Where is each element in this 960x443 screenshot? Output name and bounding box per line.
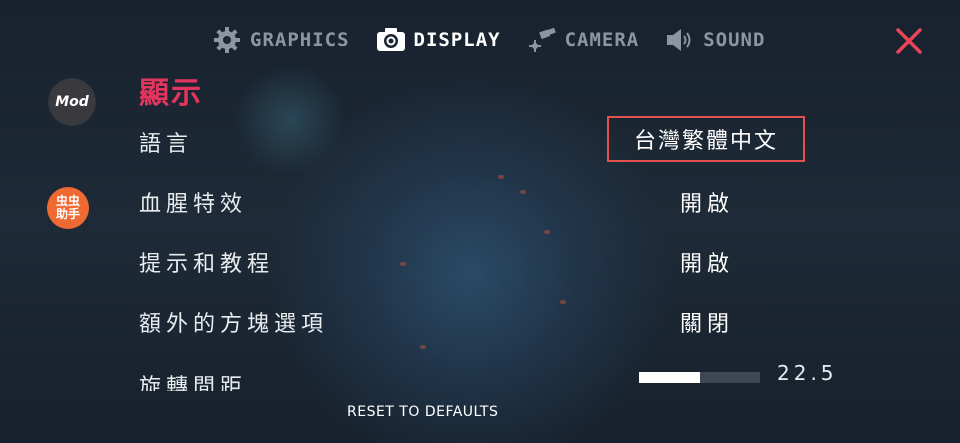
close-button[interactable] [893, 25, 925, 57]
rotation-step-slider[interactable] [639, 372, 760, 383]
setting-label: 額外的方塊選項 [139, 312, 329, 337]
gear-icon [212, 25, 242, 55]
close-icon [896, 28, 922, 54]
tab-display[interactable]: DISPLAY [376, 25, 501, 55]
tab-camera[interactable]: CAMERA [527, 25, 640, 55]
tab-label: CAMERA [564, 29, 640, 51]
mod-badge[interactable]: Mod [49, 79, 95, 125]
slider-fill [639, 372, 700, 383]
setting-label: 語言 [139, 132, 194, 157]
setting-row-tips: 提示和教程 開啟 [139, 240, 859, 280]
helper-badge-label: 助手 [55, 207, 80, 221]
tab-label: SOUND [703, 29, 766, 51]
background-detail [420, 345, 426, 349]
speaker-icon [665, 25, 695, 55]
camera-icon [376, 25, 406, 55]
setting-row-language: 語言 台灣繁體中文 [139, 116, 859, 162]
setting-row-rotation-step: 旋轉間距 22.5 [139, 363, 859, 391]
background-detail [544, 230, 550, 234]
tips-toggle[interactable]: 開啟 [680, 246, 734, 278]
tab-label: GRAPHICS [250, 29, 350, 51]
language-selector[interactable]: 台灣繁體中文 [607, 116, 805, 162]
gore-toggle[interactable]: 開啟 [680, 186, 734, 218]
setting-row-extra-blocks: 額外的方塊選項 關閉 [139, 300, 859, 340]
setting-row-gore: 血腥特效 開啟 [139, 180, 859, 220]
background-detail [498, 175, 504, 179]
reset-to-defaults-button[interactable]: RESET TO DEFAULTS [347, 404, 498, 420]
tab-graphics[interactable]: GRAPHICS [212, 25, 350, 55]
tab-label: DISPLAY [413, 29, 501, 51]
extra-blocks-toggle[interactable]: 關閉 [680, 306, 734, 338]
setting-label: 提示和教程 [139, 252, 275, 277]
setting-label: 旋轉間距 [139, 375, 248, 391]
setting-label: 血腥特效 [139, 192, 248, 217]
section-title: 顯示 [139, 76, 203, 111]
tab-sound[interactable]: SOUND [665, 25, 765, 55]
settings-tabs: GRAPHICS DISPLAY CAMERA SOUND [212, 24, 791, 56]
helper-badge[interactable]: 虫虫 助手 [47, 187, 89, 229]
mod-badge-label: Mod [55, 94, 89, 110]
slider-value: 22.5 [777, 363, 838, 385]
satellite-icon [527, 25, 557, 55]
